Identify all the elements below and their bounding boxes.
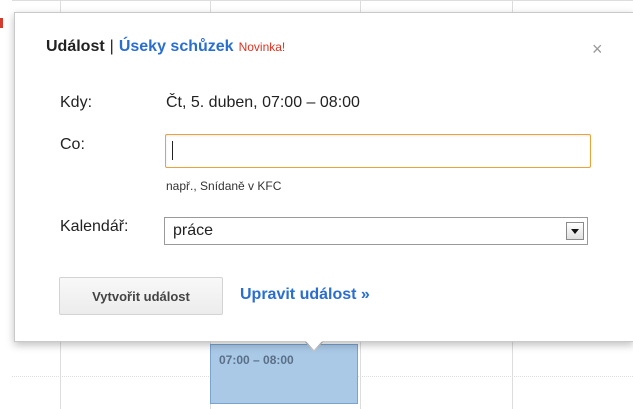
title-hint: např., Snídaně v KFC [166,179,282,193]
edit-event-link[interactable]: Upravit událost » [240,286,370,304]
what-label: Co: [60,136,85,153]
when-label: Kdy: [60,94,93,111]
tab-event[interactable]: Událost [46,38,105,56]
new-badge: Novinka! [238,40,286,54]
new-event-block[interactable]: 07:00 – 08:00 [210,344,358,404]
event-title-input[interactable] [165,134,591,168]
calendar-label: Kalendář: [60,218,129,235]
grid-top-border [12,0,633,1]
calendar-select[interactable]: práce [164,217,588,245]
text-cursor [172,141,173,160]
chevron-down-icon[interactable] [566,222,584,240]
popup-header: Událost | Úseky schůzek Novinka! [46,38,285,56]
event-time-label: 07:00 – 08:00 [219,353,294,367]
close-icon[interactable]: × [592,40,603,58]
tab-separator: | [109,38,114,55]
current-time-marker [0,18,3,28]
calendar-select-value: práce [173,222,214,239]
popup-tail [305,340,323,350]
when-value: Čt, 5. duben, 07:00 – 08:00 [166,94,360,111]
tab-meeting-slots[interactable]: Úseky schůzek [119,38,234,56]
create-event-button[interactable]: Vytvořit událost [59,277,223,315]
